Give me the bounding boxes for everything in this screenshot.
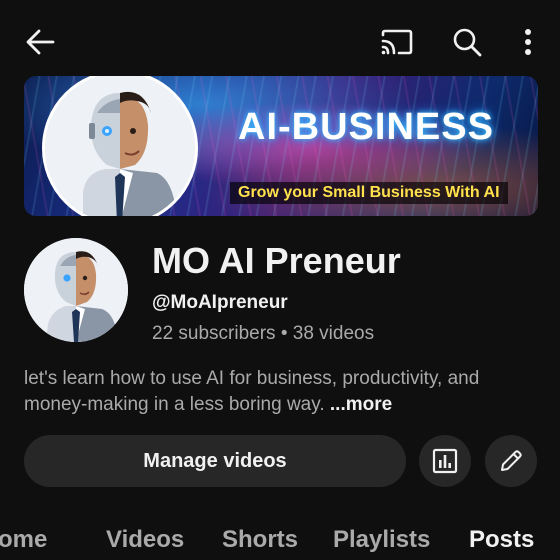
pencil-icon	[501, 450, 522, 471]
banner-tagline: Grow your Small Business With AI	[230, 182, 508, 204]
tab-posts[interactable]: Posts	[469, 526, 534, 554]
more-vertical-icon	[525, 29, 531, 55]
search-icon	[453, 28, 482, 57]
channel-avatar[interactable]	[24, 238, 128, 342]
channel-name: MO AI Preneur	[152, 240, 401, 281]
edit-channel-button[interactable]	[485, 435, 537, 487]
channel-stats: 22 subscribers • 38 videos	[152, 323, 375, 344]
more-options-button[interactable]	[514, 22, 542, 62]
more-link[interactable]: ...more	[330, 394, 392, 415]
banner-portrait-image	[42, 76, 198, 216]
cast-button[interactable]	[376, 22, 418, 62]
tab-home[interactable]: ome	[0, 526, 47, 554]
channel-page: AI-BUSINESS Grow your Small Business Wit…	[0, 0, 560, 560]
channel-tabs: ome Videos Shorts Playlists Posts	[0, 518, 560, 560]
top-app-bar	[0, 0, 560, 76]
tab-videos[interactable]: Videos	[106, 526, 184, 554]
tab-shorts[interactable]: Shorts	[222, 526, 298, 554]
back-button[interactable]	[20, 24, 60, 60]
analytics-button[interactable]	[419, 435, 471, 487]
manage-videos-button[interactable]: Manage videos	[24, 435, 406, 487]
channel-banner[interactable]: AI-BUSINESS Grow your Small Business Wit…	[24, 76, 538, 216]
channel-description[interactable]: let's learn how to use AI for business, …	[24, 366, 534, 418]
back-arrow-icon	[26, 29, 55, 55]
description-text: let's learn how to use AI for business, …	[24, 368, 480, 415]
tab-playlists[interactable]: Playlists	[333, 526, 430, 554]
analytics-icon	[432, 448, 458, 474]
search-button[interactable]	[446, 22, 488, 62]
channel-handle: @MoAIpreneur	[152, 292, 288, 313]
cast-icon	[381, 29, 413, 55]
banner-title: AI-BUSINESS	[238, 106, 494, 148]
